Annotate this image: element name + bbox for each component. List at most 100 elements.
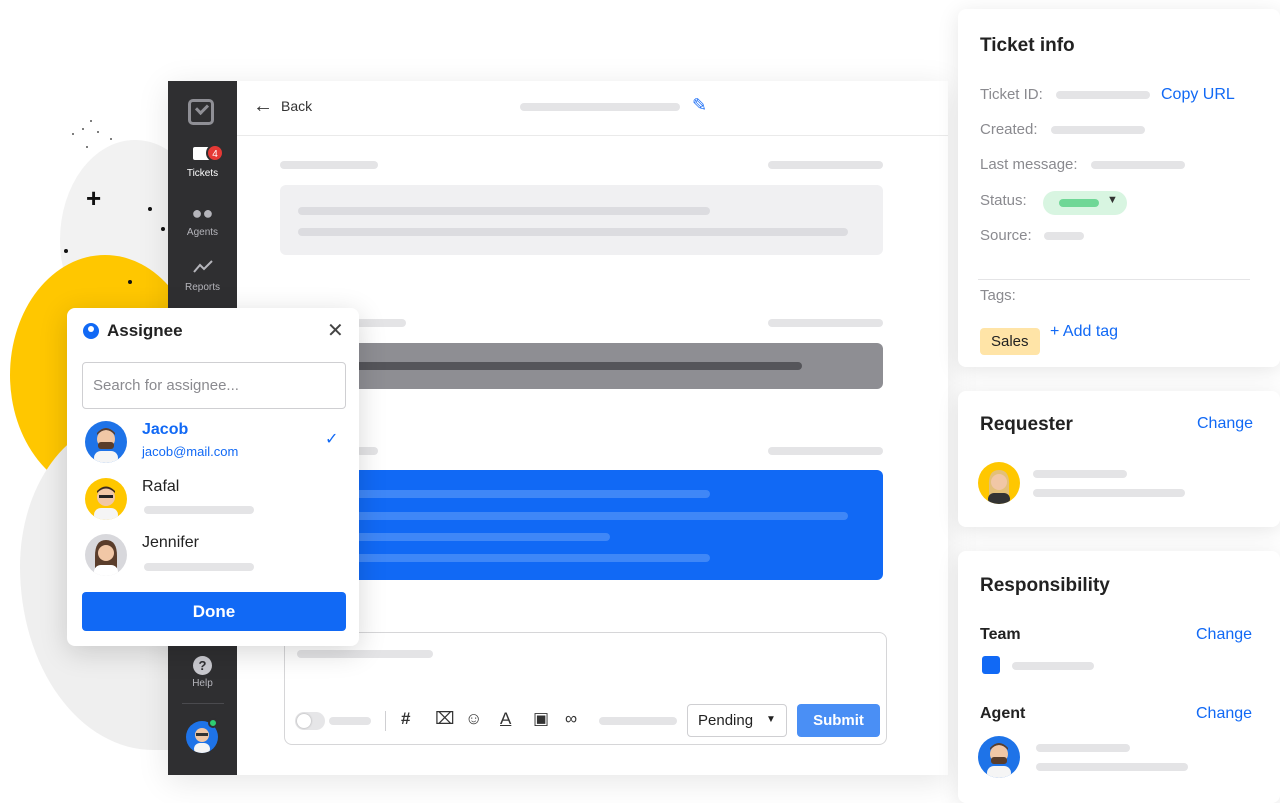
requester-avatar: [978, 462, 1020, 504]
sidebar-item-help[interactable]: ? Help: [168, 656, 237, 689]
ticket-id-label: Ticket ID:: [980, 86, 1043, 103]
avatar: [85, 478, 127, 520]
decor-dot: [90, 120, 92, 122]
assignee-email: jacob@mail.com: [142, 444, 239, 459]
link-icon[interactable]: ∞: [565, 709, 577, 729]
caret-down-icon: ▼: [1107, 194, 1118, 206]
decor-dot: [97, 131, 99, 133]
agent-name-placeholder: [1036, 744, 1130, 752]
message-time-placeholder: [768, 319, 883, 327]
team-change-link[interactable]: Change: [1196, 626, 1252, 644]
decor-dot: [64, 249, 68, 253]
pencil-icon[interactable]: ✎: [692, 95, 707, 116]
message-meta-placeholder: [356, 319, 406, 327]
sidebar-item-label: Tickets: [186, 168, 219, 179]
agent-avatar: [978, 736, 1020, 778]
panel-divider: [978, 279, 1250, 280]
attachment-icon[interactable]: ⌧: [435, 709, 455, 729]
sidebar-item-tickets[interactable]: 4 Tickets: [168, 144, 237, 179]
requester-name-placeholder: [1033, 470, 1127, 478]
agents-icon: ●●: [191, 203, 214, 223]
status-select-value: Pending: [698, 712, 754, 729]
requester-change-link[interactable]: Change: [1197, 415, 1253, 433]
done-button[interactable]: Done: [82, 592, 346, 631]
last-message-label: Last message:: [980, 156, 1078, 173]
decor-dot: [161, 227, 165, 231]
decor-dot: [82, 128, 84, 130]
source-label: Source:: [980, 227, 1032, 244]
message-bubble-agent: [280, 470, 883, 580]
ticket-id-value: [1056, 91, 1150, 99]
text-placeholder: [298, 207, 710, 215]
internal-note-toggle[interactable]: [295, 712, 325, 730]
assignee-email-placeholder: [144, 563, 254, 571]
decor-dot: [86, 146, 88, 148]
close-icon[interactable]: ✕: [327, 318, 344, 343]
message-meta-placeholder: [356, 447, 378, 455]
panel-title: Responsibility: [980, 575, 1110, 596]
back-button[interactable]: ← Back: [253, 95, 313, 117]
submit-button[interactable]: Submit: [797, 704, 880, 737]
logo-icon[interactable]: [188, 99, 214, 125]
reply-composer[interactable]: # ⌧ ☺ A ▣ ∞ Pending ▼ Submit: [284, 632, 887, 745]
assignee-option-jacob[interactable]: Jacob jacob@mail.com ✓: [85, 421, 345, 467]
responsibility-panel: Responsibility Team Change Agent Change: [958, 551, 1280, 803]
arrow-left-icon: ←: [253, 95, 273, 117]
online-status-dot: [208, 718, 218, 728]
sidebar-item-label: Help: [192, 678, 213, 689]
user-circle-icon: [83, 323, 99, 339]
sidebar-item-reports[interactable]: Reports: [168, 260, 237, 293]
hashtag-icon[interactable]: #: [401, 709, 410, 729]
assignee-name: Jennifer: [142, 534, 199, 551]
check-icon: ✓: [325, 431, 339, 448]
tag-sales[interactable]: Sales: [980, 328, 1040, 355]
requester-email-placeholder: [1033, 489, 1185, 497]
ticket-info-panel: Ticket info Ticket ID: Copy URL Created:…: [958, 9, 1280, 367]
text-format-icon[interactable]: A: [500, 709, 511, 729]
copy-url-link[interactable]: Copy URL: [1161, 86, 1235, 104]
source-value: [1044, 232, 1084, 240]
sidebar-divider: [182, 703, 224, 704]
popup-title: Assignee: [83, 321, 183, 341]
avatar: [85, 421, 127, 463]
reports-icon: [192, 260, 213, 273]
image-icon[interactable]: ▣: [533, 709, 549, 729]
sidebar-item-label: Reports: [184, 282, 220, 293]
stage: + 4 Tickets ●● Agents Reports ? Help ← B…: [0, 0, 1280, 803]
agent-change-link[interactable]: Change: [1196, 705, 1252, 723]
assignee-option-rafal[interactable]: Rafal: [85, 478, 345, 524]
assignee-name: Jacob: [142, 421, 189, 438]
toolbar-divider: [385, 711, 386, 731]
decor-dot: [148, 207, 152, 211]
message-time-placeholder: [768, 161, 883, 169]
ticket-header: ← Back ✎: [237, 81, 948, 136]
toolbar-placeholder: [599, 717, 677, 725]
tickets-count-badge: 4: [206, 144, 224, 162]
text-placeholder: [350, 533, 610, 541]
assignee-name: Rafal: [142, 478, 180, 495]
sidebar-item-agents[interactable]: ●● Agents: [168, 203, 237, 238]
status-dropdown[interactable]: ▼: [1043, 191, 1127, 215]
add-tag-link[interactable]: + Add tag: [1050, 323, 1118, 341]
created-value: [1051, 126, 1145, 134]
reply-text-placeholder: [297, 650, 433, 658]
agent-label: Agent: [980, 705, 1026, 722]
plus-icon: +: [86, 183, 102, 213]
help-icon: ?: [193, 656, 212, 675]
panel-title: Ticket info: [980, 35, 1075, 56]
message-bubble: [280, 185, 883, 255]
status-label: Status:: [980, 192, 1027, 209]
text-placeholder: [350, 362, 802, 370]
assignee-search-input[interactable]: [82, 362, 346, 409]
emoji-icon[interactable]: ☺: [465, 709, 482, 729]
toggle-label-placeholder: [329, 717, 371, 725]
assignee-option-jennifer[interactable]: Jennifer: [85, 534, 345, 580]
assignee-popup: Assignee ✕ Jacob jacob@mail.com ✓ Rafal …: [67, 308, 359, 646]
caret-down-icon: ▼: [766, 714, 776, 725]
decor-dot: [72, 133, 74, 135]
text-placeholder: [350, 490, 710, 498]
popup-title-text: Assignee: [107, 321, 183, 340]
message-meta-placeholder: [280, 161, 378, 169]
back-label: Back: [281, 98, 313, 114]
status-select[interactable]: Pending ▼: [687, 704, 787, 737]
